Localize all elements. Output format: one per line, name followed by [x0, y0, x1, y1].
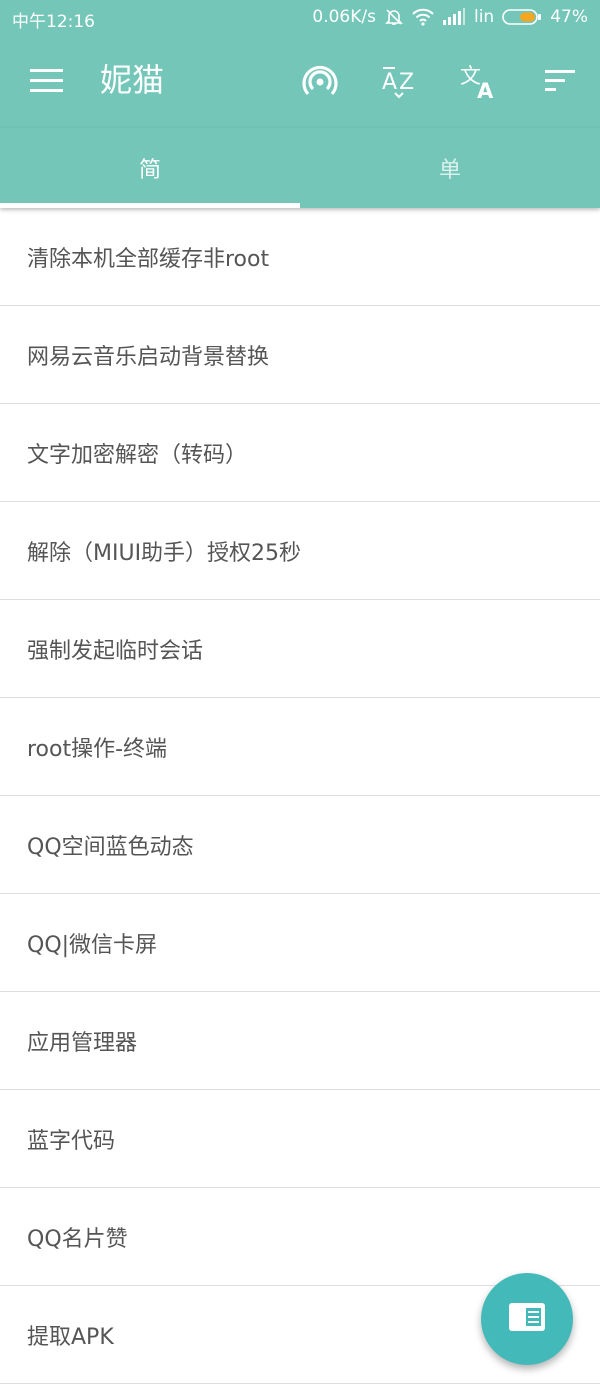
- tab-dan[interactable]: 单: [300, 128, 600, 208]
- tab-jian[interactable]: 简: [0, 128, 300, 208]
- svg-text:Z: Z: [399, 70, 414, 95]
- signal-icon: [442, 8, 466, 26]
- list-item[interactable]: 蓝字代码: [0, 1090, 600, 1188]
- fab-reader-button[interactable]: [481, 1273, 573, 1365]
- list-item[interactable]: 网易云音乐启动背景替换: [0, 306, 600, 404]
- list-item[interactable]: QQ|微信卡屏: [0, 894, 600, 992]
- broadcast-icon[interactable]: [301, 62, 339, 100]
- function-list: 清除本机全部缓存非root 网易云音乐启动背景替换 文字加密解密（转码） 解除（…: [0, 208, 600, 1384]
- list-item[interactable]: 强制发起临时会话: [0, 600, 600, 698]
- list-item[interactable]: QQ空间蓝色动态: [0, 796, 600, 894]
- status-time: 中午12:16: [12, 12, 95, 32]
- app-bar: 妮猫 AZ 文A: [0, 34, 600, 128]
- battery-icon: [502, 8, 542, 26]
- sort-az-icon[interactable]: AZ: [381, 62, 419, 100]
- network-speed: 0.06K/s: [312, 7, 376, 27]
- list-item[interactable]: 解除（MIUI助手）授权25秒: [0, 502, 600, 600]
- list-item[interactable]: root操作-终端: [0, 698, 600, 796]
- svg-text:A: A: [382, 70, 397, 95]
- list-item[interactable]: QQ名片赞: [0, 1188, 600, 1286]
- list-item[interactable]: 应用管理器: [0, 992, 600, 1090]
- svg-text:A: A: [477, 79, 494, 101]
- hamburger-menu-icon[interactable]: [30, 68, 64, 94]
- reader-icon: [508, 1302, 546, 1336]
- app-title: 妮猫: [100, 61, 165, 99]
- battery-percent: 47%: [550, 7, 588, 27]
- status-bar: 中午12:16 0.06K/s lin 47%: [0, 0, 600, 34]
- tab-bar: 简 单: [0, 128, 600, 208]
- list-item[interactable]: 文字加密解密（转码）: [0, 404, 600, 502]
- list-item[interactable]: 清除本机全部缓存非root: [0, 208, 600, 306]
- translate-icon[interactable]: 文A: [460, 62, 498, 101]
- bell-off-icon: [384, 7, 404, 27]
- wifi-icon: [412, 8, 434, 26]
- sort-icon[interactable]: [541, 62, 579, 100]
- signal-carrier: lin: [473, 7, 495, 27]
